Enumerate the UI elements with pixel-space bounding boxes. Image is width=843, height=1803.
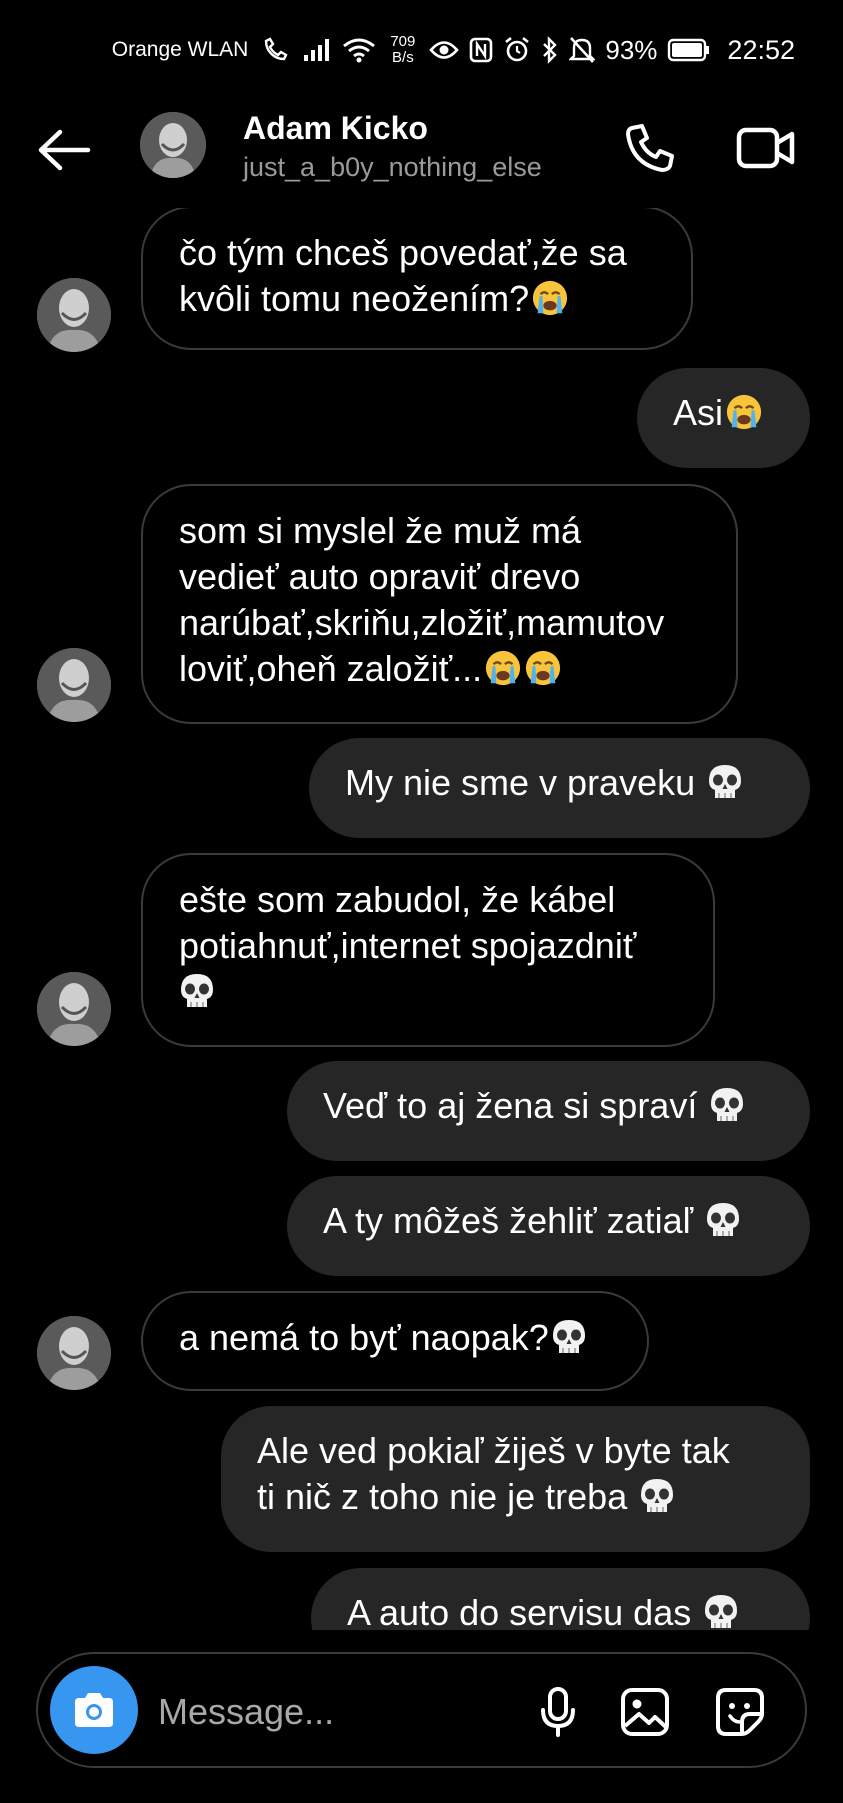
message-line: Asi [673,392,724,433]
message-line: Veď to aj žena si spraví [323,1085,698,1126]
nfc-icon [469,37,493,63]
image-icon [621,1688,669,1736]
signal-icon [302,38,332,62]
skull-emoji-icon [551,1318,587,1367]
skull-emoji-icon [709,1086,745,1135]
avatar[interactable] [37,1316,111,1390]
skull-emoji-icon [639,1477,675,1526]
avatar[interactable] [37,648,111,722]
message-line: čo tým chceš povedať,že sa [179,232,627,273]
message-incoming[interactable]: čo tým chceš povedať,že sa kvôli tomu ne… [141,208,693,350]
message-composer [36,1652,807,1768]
battery-percent: 93% [605,34,658,65]
gallery-button[interactable] [615,1682,675,1742]
message-line: som si myslel že muž má [179,510,582,551]
camera-icon [75,1693,113,1727]
contact-name[interactable]: Adam Kicko [243,110,428,147]
crying-emoji-icon [531,279,569,328]
message-outgoing[interactable]: Ale ved pokiaľ žiješ v byte tak ti nič z… [221,1406,810,1552]
message-line: kvôli tomu neožením? [179,278,530,319]
avatar[interactable] [140,112,206,178]
message-line: vedieť auto opraviť drevo [179,556,581,597]
message-incoming[interactable]: a nemá to byť naopak? [141,1291,649,1391]
avatar[interactable] [37,972,111,1046]
bluetooth-icon [541,36,559,64]
crying-emoji-icon [725,393,763,442]
clock: 22:52 [727,34,795,65]
chat-header: Adam Kicko just_a_b0y_nothing_else [0,100,843,200]
message-outgoing[interactable]: A ty môžeš žehliť zatiaľ [287,1176,810,1276]
message-line: a nemá to byť naopak? [179,1317,549,1358]
mute-bell-icon [569,36,596,64]
network-speed-unit: B/s [392,49,414,66]
message-line: A auto do servisu das [347,1592,692,1630]
crying-emoji-icon [484,649,522,698]
message-line: Ale ved pokiaľ žiješ v byte tak [257,1430,730,1471]
voice-message-button[interactable] [528,1682,588,1742]
message-thread[interactable]: čo tým chceš povedať,že sa kvôli tomu ne… [0,208,843,1630]
sticker-icon [716,1688,764,1736]
arrow-left-icon [38,129,91,171]
message-line: loviť,oheň založiť... [179,648,483,689]
carrier-label: Orange WLAN [111,38,249,61]
message-incoming[interactable]: som si myslel že muž má vedieť auto opra… [141,484,738,724]
contact-username[interactable]: just_a_b0y_nothing_else [243,152,542,183]
sticker-button[interactable] [710,1682,770,1742]
skull-emoji-icon [707,763,743,812]
wifi-icon [342,37,376,63]
skull-emoji-icon [705,1201,741,1250]
battery-icon [667,38,711,62]
audio-call-button[interactable] [620,118,680,178]
message-line: ešte som zabudol, že kábel [179,879,616,920]
phone-icon [626,124,674,172]
message-line: potiahnuť,internet spojazdniť [179,925,637,966]
avatar[interactable] [37,278,111,352]
crying-emoji-icon [524,649,562,698]
message-outgoing[interactable]: Veď to aj žena si spraví [287,1061,810,1161]
message-line: My nie sme v praveku [345,762,696,803]
message-input[interactable] [156,1678,460,1746]
network-speed: 709 B/s [390,34,415,66]
wifi-calling-icon [262,37,292,63]
status-bar: Orange WLAN 709 B/s 93% 22:52 [0,0,843,100]
skull-emoji-icon [703,1593,739,1630]
video-camera-icon [736,127,795,169]
back-button[interactable] [34,122,94,178]
camera-button[interactable] [50,1666,138,1754]
message-outgoing[interactable]: A auto do servisu das [311,1568,810,1630]
microphone-icon [541,1687,575,1737]
message-line: narúbať,skriňu,zložiť,mamutov [179,602,665,643]
message-line: ti nič z toho nie je treba [257,1476,628,1517]
skull-emoji-icon [179,972,215,1021]
video-call-button[interactable] [733,118,799,178]
message-incoming[interactable]: ešte som zabudol, že kábel potiahnuť,int… [141,853,715,1047]
message-outgoing[interactable]: Asi [637,368,810,468]
alarm-icon [503,36,531,64]
network-speed-value: 709 [390,33,416,50]
message-outgoing[interactable]: My nie sme v praveku [309,738,810,838]
message-line: A ty môžeš žehliť zatiaľ [323,1200,694,1241]
eye-icon [429,39,460,61]
